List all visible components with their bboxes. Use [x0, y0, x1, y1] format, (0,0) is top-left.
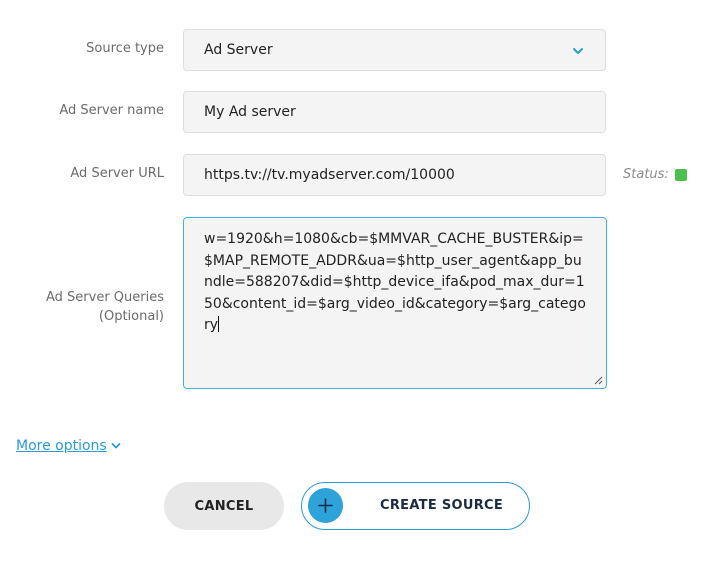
status-badge: [674, 168, 687, 181]
ad-server-queries-label: Ad Server Queries (Optional): [46, 288, 164, 326]
source-type-select[interactable]: Ad Server: [183, 29, 606, 71]
plus-icon: [308, 488, 343, 523]
create-source-button-label: CREATE SOURCE: [380, 498, 504, 513]
cancel-button[interactable]: CANCEL: [164, 482, 284, 530]
more-options-link[interactable]: More options: [16, 438, 121, 454]
source-type-label: Source type: [86, 41, 164, 56]
source-type-value: Ad Server: [204, 42, 273, 58]
create-source-form: Source type Ad Server Ad Server name My …: [0, 0, 720, 562]
resize-handle-icon[interactable]: [593, 375, 603, 385]
ad-server-url-label: Ad Server URL: [70, 166, 164, 181]
more-options-label: More options: [16, 438, 107, 454]
ad-server-url-input[interactable]: https.tv://tv.myadserver.com/10000: [183, 154, 606, 196]
status-label: Status:: [623, 167, 669, 182]
ad-server-queries-label-line1: Ad Server Queries: [45, 290, 164, 305]
text-caret: [218, 316, 220, 332]
create-source-button[interactable]: CREATE SOURCE: [301, 482, 530, 530]
ad-server-url-value: https.tv://tv.myadserver.com/10000: [204, 167, 455, 183]
ad-server-queries-label-line2: (Optional): [98, 309, 164, 324]
ad-server-queries-textarea[interactable]: w=1920&h=1080&cb=$MMVAR_CACHE_BUSTER&ip=…: [183, 217, 607, 389]
ad-server-name-input[interactable]: My Ad server: [183, 91, 606, 133]
chevron-down-icon: [573, 48, 583, 54]
ad-server-name-value: My Ad server: [204, 104, 296, 120]
ad-server-name-label: Ad Server name: [59, 103, 164, 118]
chevron-down-icon: [111, 443, 121, 449]
ad-server-queries-value: w=1920&h=1080&cb=$MMVAR_CACHE_BUSTER&ip=…: [204, 231, 586, 333]
cancel-button-label: CANCEL: [194, 498, 254, 514]
status-indicator: Status:: [623, 167, 687, 182]
